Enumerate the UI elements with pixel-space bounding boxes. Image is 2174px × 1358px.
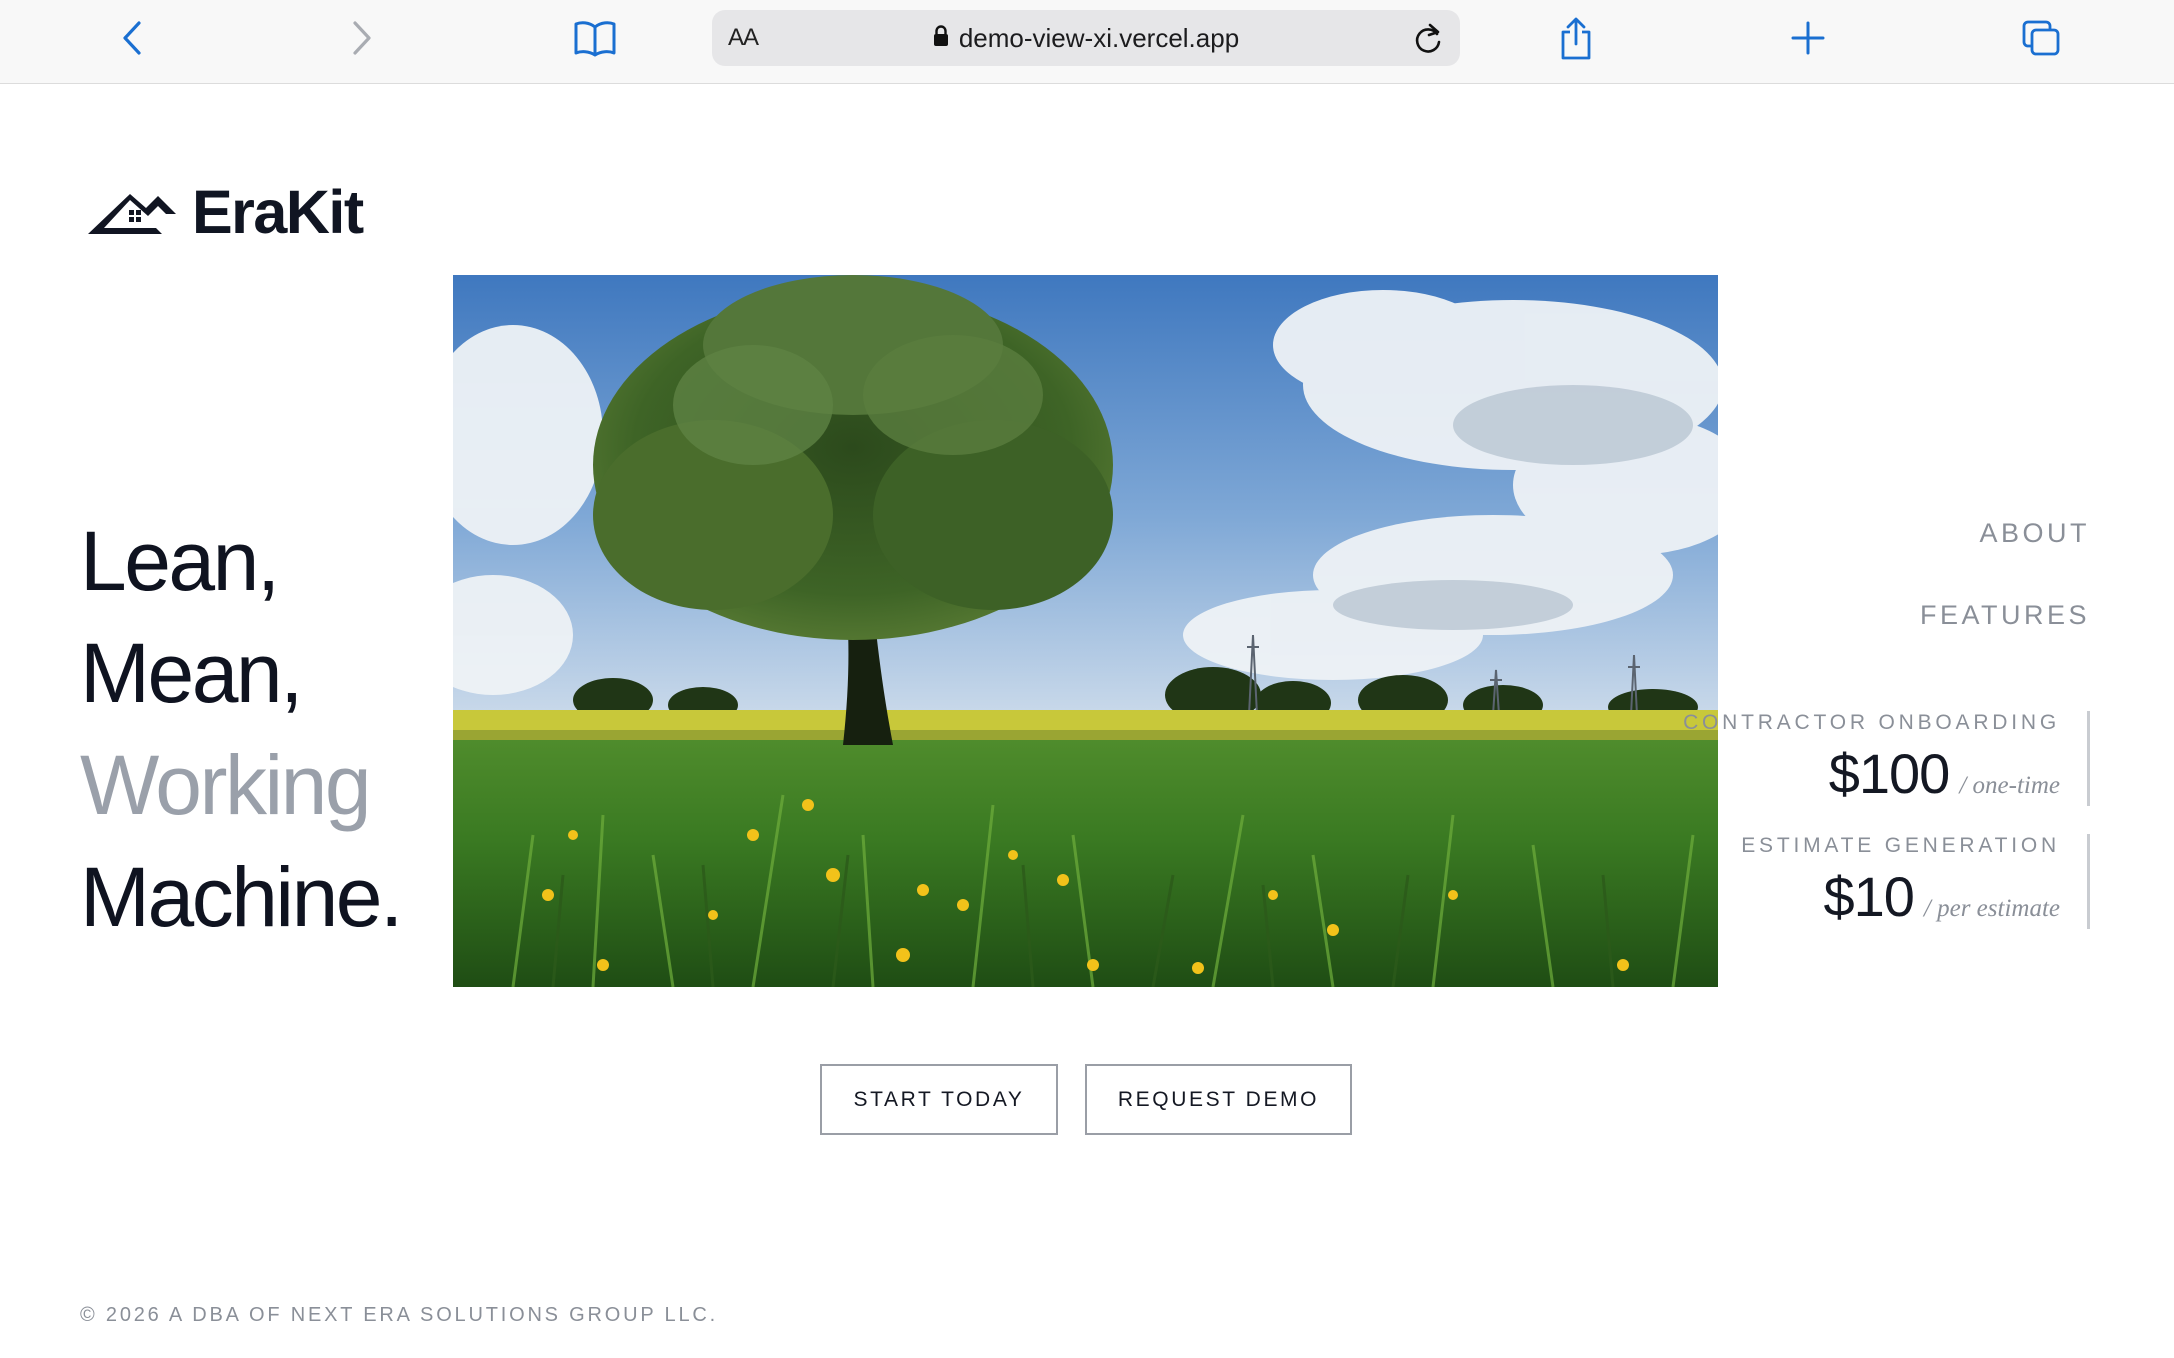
brand-name: EraKit [192, 178, 364, 246]
back-icon[interactable] [116, 18, 148, 58]
footer-copyright: © 2026 A DBA OF NEXT ERA SOLUTIONS GROUP… [80, 1304, 718, 1326]
forward-icon[interactable] [346, 18, 378, 58]
price-unit: / one-time [1959, 772, 2060, 799]
brand-logo[interactable]: EraKit [86, 178, 364, 246]
tabs-icon[interactable] [2020, 18, 2062, 58]
price-amount: $100 [1828, 742, 1951, 805]
pricing-item-onboarding: CONTRACTOR ONBOARDING $100 / one-time [1670, 711, 2090, 806]
nav-about-link[interactable]: ABOUT [1979, 518, 2090, 549]
reload-icon[interactable] [1412, 23, 1444, 60]
price-label: CONTRACTOR ONBOARDING [1683, 711, 2060, 734]
price-label: ESTIMATE GENERATION [1741, 834, 2060, 857]
nav-features-link[interactable]: FEATURES [1920, 600, 2090, 631]
new-tab-icon[interactable] [1790, 20, 1826, 56]
hero-headline: Lean, Mean, Working Machine. [80, 505, 403, 953]
share-icon[interactable] [1558, 14, 1594, 62]
headline-line-2: Mean, [80, 626, 303, 720]
lock-icon [933, 24, 949, 52]
start-today-button[interactable]: START TODAY [820, 1064, 1058, 1135]
headline-line-4: Machine. [80, 850, 403, 944]
url-text: demo-view-xi.vercel.app [958, 22, 1240, 53]
roof-logo-icon [86, 184, 178, 241]
url-display[interactable]: demo-view-xi.vercel.app [712, 10, 1460, 66]
price-unit: / per estimate [1923, 895, 2060, 922]
meadow-tree-image [453, 275, 1718, 987]
price-amount: $10 [1823, 865, 1914, 928]
browser-toolbar: AA demo-view-xi.vercel.app [0, 0, 2174, 84]
headline-line-3: Working [80, 738, 372, 832]
headline-line-1: Lean, [80, 514, 280, 608]
address-bar[interactable]: AA demo-view-xi.vercel.app [712, 10, 1460, 66]
request-demo-button[interactable]: REQUEST DEMO [1085, 1064, 1352, 1135]
pricing-item-estimate: ESTIMATE GENERATION $10 / per estimate [1670, 834, 2090, 929]
hero-video [453, 275, 1718, 987]
bookmarks-icon[interactable] [572, 16, 618, 60]
